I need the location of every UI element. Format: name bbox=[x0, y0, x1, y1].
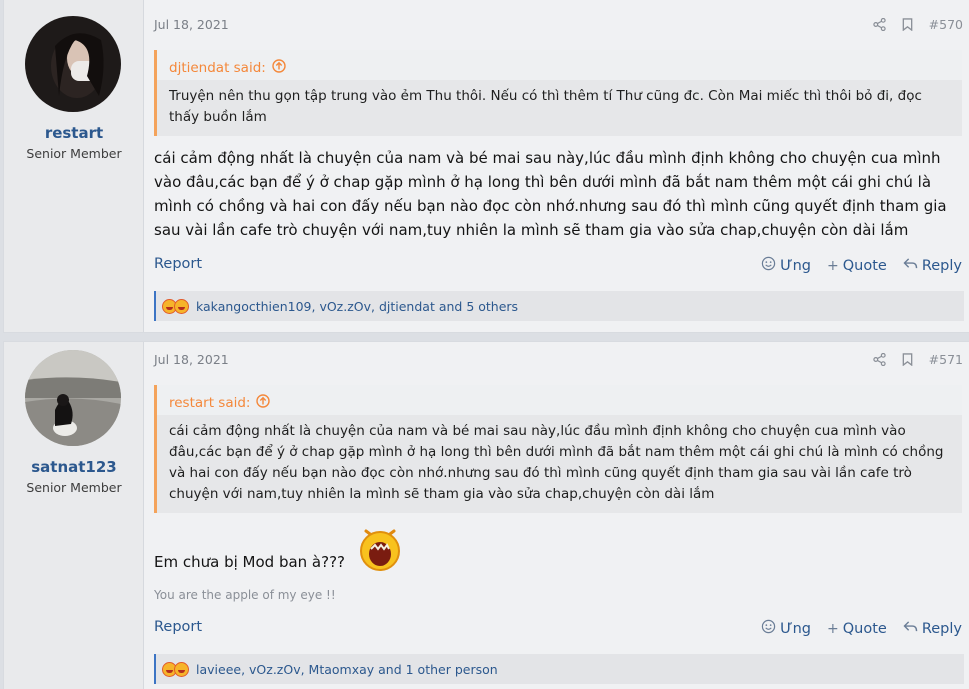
like-label: Ưng bbox=[780, 257, 811, 274]
like-label: Ưng bbox=[780, 620, 811, 637]
quote-header[interactable]: djtiendat said: bbox=[157, 50, 962, 80]
share-icon[interactable] bbox=[872, 18, 886, 31]
post-date[interactable]: Jul 18, 2021 bbox=[154, 352, 229, 367]
post-tools: #570 bbox=[872, 17, 963, 32]
quote-text: cái cảm động nhất là chuyện của nam và b… bbox=[169, 423, 944, 502]
arrow-up-circle-icon[interactable] bbox=[256, 394, 271, 412]
reactions-bar[interactable]: lavieee, vOz.zOv, Mtaomxay and 1 other p… bbox=[154, 654, 964, 684]
crying-emoji-icon bbox=[356, 523, 404, 571]
post-date[interactable]: Jul 18, 2021 bbox=[154, 17, 229, 32]
like-button[interactable]: Ưng bbox=[761, 256, 811, 275]
post-571: satnat123 Senior Member Jul 18, 2021 #57… bbox=[3, 341, 969, 689]
smile-icon bbox=[761, 256, 776, 275]
reply-button[interactable]: Reply bbox=[903, 619, 962, 638]
post-main: Jul 18, 2021 #570 djtiendat said: Truyện… bbox=[154, 0, 969, 332]
plus-icon: + bbox=[827, 620, 839, 637]
like-button[interactable]: Ưng bbox=[761, 619, 811, 638]
plus-icon: + bbox=[827, 257, 839, 274]
user-title: Senior Member bbox=[26, 146, 122, 161]
username[interactable]: satnat123 bbox=[4, 458, 144, 476]
reply-button[interactable]: Reply bbox=[903, 256, 962, 275]
post-body: cái cảm động nhất là chuyện của nam và b… bbox=[154, 149, 947, 239]
quote-button[interactable]: + Quote bbox=[827, 256, 887, 275]
bookmark-icon[interactable] bbox=[902, 18, 913, 31]
reaction-icons bbox=[162, 298, 189, 314]
post-tools: #571 bbox=[872, 352, 963, 367]
post-number[interactable]: #571 bbox=[929, 352, 963, 367]
quote-author[interactable]: djtiendat said: bbox=[169, 60, 266, 76]
reaction-icons bbox=[162, 661, 189, 677]
username[interactable]: restart bbox=[4, 124, 144, 142]
avatar[interactable] bbox=[25, 16, 121, 112]
smile-icon bbox=[761, 619, 776, 638]
reactions-list[interactable]: lavieee, vOz.zOv, Mtaomxay and 1 other p… bbox=[196, 662, 498, 677]
bookmark-icon[interactable] bbox=[902, 353, 913, 366]
reply-icon bbox=[903, 620, 918, 637]
reply-label: Reply bbox=[921, 257, 962, 274]
quote-label: Quote bbox=[842, 620, 887, 637]
signature: You are the apple of my eye !! bbox=[154, 588, 336, 602]
post-main: Jul 18, 2021 #571 restart said: cái cảm … bbox=[154, 342, 969, 689]
reactions-list[interactable]: kakangocthien109, vOz.zOv, djtiendat and… bbox=[196, 299, 518, 314]
quote-header[interactable]: restart said: bbox=[157, 385, 962, 415]
post-570: restart Senior Member Jul 18, 2021 #570 … bbox=[3, 0, 969, 333]
user-panel: restart Senior Member bbox=[4, 0, 144, 332]
quote-author[interactable]: restart said: bbox=[169, 395, 250, 411]
avatar[interactable] bbox=[25, 350, 121, 446]
user-panel: satnat123 Senior Member bbox=[4, 342, 144, 689]
quote-block: djtiendat said: Truyện nên thu gọn tập t… bbox=[154, 50, 962, 136]
reactions-bar[interactable]: kakangocthien109, vOz.zOv, djtiendat and… bbox=[154, 291, 964, 321]
post-actions: Report Ưng + Quote Reply bbox=[154, 256, 962, 278]
quote-text: Truyện nên thu gọn tập trung vào ẻm Thu … bbox=[169, 88, 922, 125]
arrow-up-circle-icon[interactable] bbox=[272, 59, 286, 77]
quote-button[interactable]: + Quote bbox=[827, 619, 887, 638]
reply-icon bbox=[903, 257, 918, 274]
reply-label: Reply bbox=[921, 620, 962, 637]
post-number[interactable]: #570 bbox=[929, 17, 963, 32]
post-body: Em chưa bị Mod ban à??? bbox=[154, 553, 346, 571]
share-icon[interactable] bbox=[872, 353, 886, 366]
report-button[interactable]: Report bbox=[154, 619, 202, 635]
user-title: Senior Member bbox=[26, 480, 122, 495]
report-button[interactable]: Report bbox=[154, 256, 202, 272]
quote-label: Quote bbox=[842, 257, 887, 274]
quote-block: restart said: cái cảm động nhất là chuyệ… bbox=[154, 385, 962, 513]
post-actions: Report Ưng + Quote Reply bbox=[154, 619, 962, 641]
